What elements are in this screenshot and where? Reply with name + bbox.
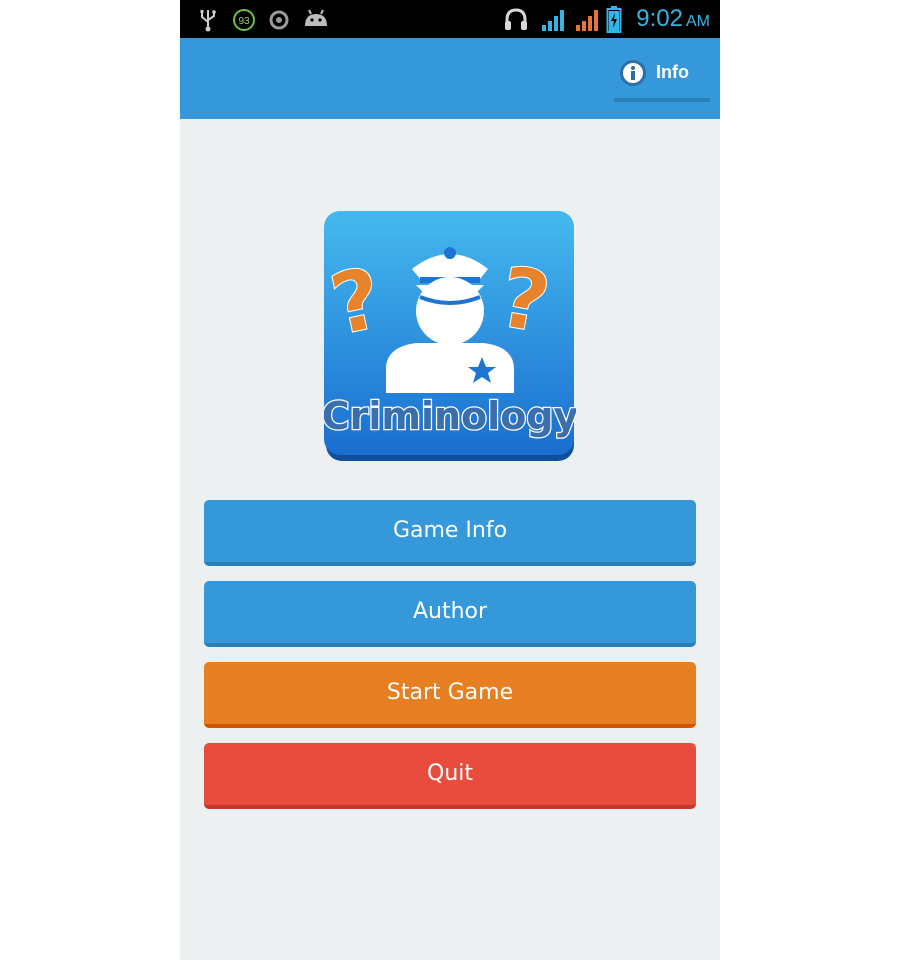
clock-time: 9:02 — [636, 5, 683, 32]
author-button[interactable]: Author — [204, 581, 696, 647]
info-icon — [620, 60, 646, 86]
battery-level-icon: 93 — [233, 9, 255, 31]
battery-icon — [606, 6, 622, 33]
info-action-button[interactable]: Info — [614, 58, 710, 102]
sync-icon — [269, 10, 289, 30]
criminology-logo: ? ? Criminology — [324, 211, 576, 461]
app-screen: 93 9:02 AM Info ? ? Criminology Game Inf… — [180, 0, 720, 960]
action-bar: Info — [180, 38, 720, 119]
signal-2-icon — [576, 10, 598, 31]
info-label: Info — [656, 62, 689, 82]
clock: 9:02 AM — [636, 4, 710, 37]
quit-button[interactable]: Quit — [204, 743, 696, 809]
start-game-button[interactable]: Start Game — [204, 662, 696, 728]
usb-icon — [200, 10, 216, 32]
game-info-button[interactable]: Game Info — [204, 500, 696, 566]
signal-1-icon — [542, 10, 564, 31]
clock-ampm: AM — [686, 13, 710, 30]
headset-icon — [505, 8, 527, 30]
logo-text: Criminology — [324, 394, 576, 438]
status-bar: 93 9:02 AM — [180, 0, 720, 38]
android-icon — [305, 9, 327, 26]
